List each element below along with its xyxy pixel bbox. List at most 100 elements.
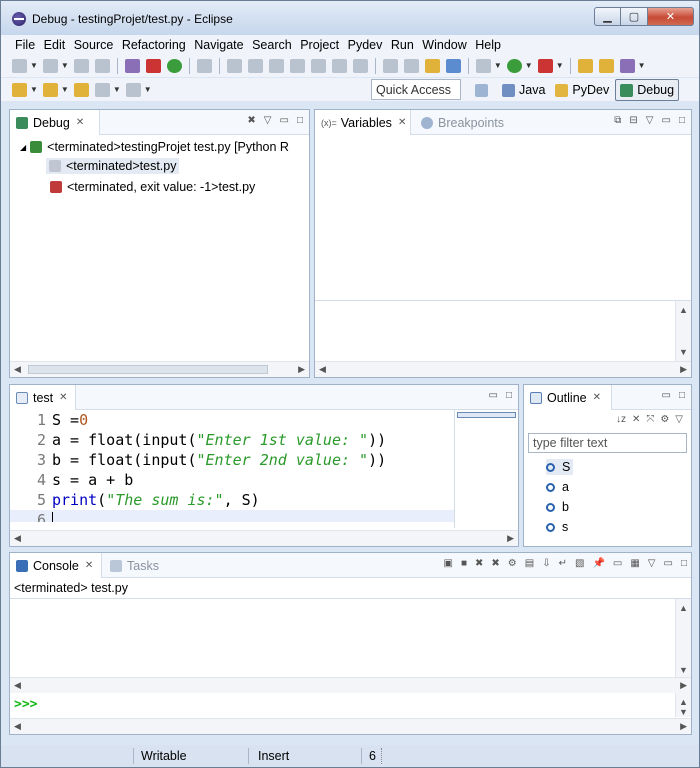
menu-pydev[interactable]: Pydev bbox=[348, 38, 383, 52]
open-perspective-button[interactable] bbox=[471, 79, 496, 101]
open-type-icon[interactable] bbox=[424, 58, 440, 73]
terminate-icon[interactable] bbox=[268, 58, 284, 73]
show-type-names-icon[interactable]: ⧉ bbox=[614, 115, 621, 126]
perspective-pydev[interactable]: PyDev bbox=[551, 79, 613, 101]
minimize-view-icon[interactable]: ▭ bbox=[664, 558, 673, 569]
run-icon[interactable] bbox=[506, 58, 522, 73]
outline-item-S[interactable]: S bbox=[546, 459, 574, 475]
step-into-icon[interactable] bbox=[310, 58, 326, 73]
horizontal-scrollbar[interactable]: ◀ ▶ bbox=[315, 361, 691, 377]
horizontal-scrollbar[interactable]: ◀ ▶ bbox=[10, 361, 309, 377]
maximize-view-icon[interactable]: □ bbox=[679, 390, 685, 401]
horizontal-scrollbar[interactable]: ◀ ▶ bbox=[10, 718, 691, 734]
expand-icon[interactable]: ◢ bbox=[20, 143, 26, 152]
tab-variables[interactable]: (x)= Variables ✕ bbox=[315, 110, 411, 135]
new-project-icon[interactable] bbox=[42, 58, 58, 73]
open-file-icon[interactable] bbox=[598, 58, 614, 73]
close-icon[interactable]: ✕ bbox=[593, 392, 601, 403]
pydev-icon[interactable] bbox=[124, 58, 140, 73]
prev-annotation-icon[interactable] bbox=[42, 82, 58, 97]
view-menu-icon[interactable]: ▽ bbox=[675, 414, 683, 425]
menu-help[interactable]: Help bbox=[475, 38, 501, 52]
vertical-scrollbar[interactable]: ▲ ▼ bbox=[675, 599, 691, 679]
menu-project[interactable]: Project bbox=[300, 38, 339, 52]
menu-navigate[interactable]: Navigate bbox=[194, 38, 243, 52]
outline-item-s[interactable]: s bbox=[546, 520, 568, 534]
close-button[interactable]: ✕ bbox=[648, 7, 694, 26]
pin-console-icon[interactable]: 📌 bbox=[592, 558, 604, 569]
external-tools-icon[interactable] bbox=[537, 58, 553, 73]
vertical-scrollbar[interactable]: ▲ ▼ bbox=[675, 301, 691, 361]
perspective-debug[interactable]: Debug bbox=[615, 79, 680, 101]
last-edit-icon[interactable] bbox=[73, 82, 89, 97]
step-over-icon[interactable] bbox=[331, 58, 347, 73]
drop-to-frame-icon[interactable] bbox=[403, 58, 419, 73]
tab-outline[interactable]: Outline ✕ bbox=[524, 385, 612, 410]
minimize-view-icon[interactable]: ▭ bbox=[489, 390, 498, 401]
outline-filter-input[interactable]: type filter text bbox=[528, 433, 687, 453]
maximize-view-icon[interactable]: □ bbox=[681, 558, 687, 569]
python-icon[interactable] bbox=[445, 58, 461, 73]
remove-launches-icon[interactable]: ✖ bbox=[247, 115, 255, 126]
horizontal-scrollbar[interactable]: ◀ ▶ bbox=[10, 530, 518, 546]
tree-item-process[interactable]: <terminated>test.py bbox=[46, 158, 180, 174]
minimize-view-icon[interactable]: ▭ bbox=[662, 390, 671, 401]
debug-icon[interactable] bbox=[475, 58, 491, 73]
menu-source[interactable]: Source bbox=[74, 38, 114, 52]
scroll-lock-icon[interactable]: ⇩ bbox=[542, 558, 550, 569]
use-step-filters-icon[interactable] bbox=[382, 58, 398, 73]
run-config-icon[interactable] bbox=[166, 58, 182, 73]
menu-run[interactable]: Run bbox=[391, 38, 414, 52]
vertical-scrollbar[interactable]: ▲ ▼ bbox=[675, 693, 691, 717]
outline-item-b[interactable]: b bbox=[546, 500, 569, 514]
resume-icon[interactable] bbox=[226, 58, 242, 73]
quick-access-input[interactable]: Quick Access bbox=[371, 79, 461, 100]
clear-console-icon[interactable]: ▤ bbox=[525, 558, 534, 569]
menu-window[interactable]: Window bbox=[422, 38, 466, 52]
overview-ruler[interactable] bbox=[454, 410, 518, 528]
minimize-view-icon[interactable]: ▭ bbox=[280, 115, 289, 126]
menu-refactoring[interactable]: Refactoring bbox=[122, 38, 186, 52]
link-icon[interactable]: ⚙ bbox=[660, 414, 669, 425]
tab-breakpoints[interactable]: Breakpoints bbox=[415, 110, 510, 135]
suspend-icon[interactable] bbox=[247, 58, 263, 73]
minimize-button[interactable]: ▁ bbox=[594, 7, 621, 26]
tab-tasks[interactable]: Tasks bbox=[104, 553, 165, 578]
breakpoint-icon[interactable] bbox=[145, 58, 161, 73]
collapse-all-icon[interactable]: ⊟ bbox=[629, 115, 637, 126]
menu-edit[interactable]: Edit bbox=[44, 38, 66, 52]
back-icon[interactable] bbox=[94, 82, 110, 97]
code-editor[interactable]: 1 S = 0 2 a = float(input("Enter 1st val… bbox=[10, 410, 518, 522]
maximize-view-icon[interactable]: □ bbox=[506, 390, 512, 401]
maximize-view-icon[interactable]: □ bbox=[679, 115, 685, 126]
remove-all-icon[interactable]: ✖ bbox=[491, 558, 499, 569]
pydev-console-icon[interactable]: ▣ bbox=[444, 558, 453, 569]
minimize-view-icon[interactable]: ▭ bbox=[662, 115, 671, 126]
show-on-output-icon[interactable]: ▧ bbox=[575, 558, 584, 569]
open-folder-icon[interactable] bbox=[577, 58, 593, 73]
close-icon[interactable]: ✕ bbox=[76, 117, 84, 128]
horizontal-scrollbar[interactable]: ◀ ▶ bbox=[10, 677, 691, 693]
close-icon[interactable]: ✕ bbox=[85, 560, 93, 571]
save-all-icon[interactable] bbox=[94, 58, 110, 73]
remove-launch-icon[interactable]: ✖ bbox=[475, 558, 483, 569]
view-menu-icon[interactable]: ▽ bbox=[264, 115, 272, 126]
view-menu-icon[interactable]: ▽ bbox=[646, 115, 654, 126]
outline-item-a[interactable]: a bbox=[546, 480, 569, 494]
menu-search[interactable]: Search bbox=[252, 38, 292, 52]
maximize-view-icon[interactable]: □ bbox=[297, 115, 303, 126]
sort-icon[interactable]: ↓z bbox=[616, 414, 626, 425]
close-icon[interactable]: ✕ bbox=[398, 117, 406, 128]
open-console-icon[interactable]: ▦ bbox=[630, 558, 639, 569]
display-console-icon[interactable]: ▭ bbox=[613, 558, 622, 569]
tab-console[interactable]: Console ✕ bbox=[10, 553, 102, 578]
tree-item-launch[interactable]: ◢ <terminated>testingProjet test.py [Pyt… bbox=[20, 140, 289, 154]
save-icon[interactable] bbox=[73, 58, 89, 73]
terminate-icon[interactable]: ■ bbox=[461, 558, 467, 569]
tree-item-exit[interactable]: <terminated, exit value: -1>test.py bbox=[50, 180, 255, 194]
menu-file[interactable]: File bbox=[15, 38, 35, 52]
maximize-button[interactable]: ▢ bbox=[621, 7, 648, 26]
forward-icon[interactable] bbox=[125, 82, 141, 97]
scroll-thumb[interactable] bbox=[28, 365, 268, 374]
expand-all-icon[interactable]: ⤧ bbox=[646, 414, 654, 425]
